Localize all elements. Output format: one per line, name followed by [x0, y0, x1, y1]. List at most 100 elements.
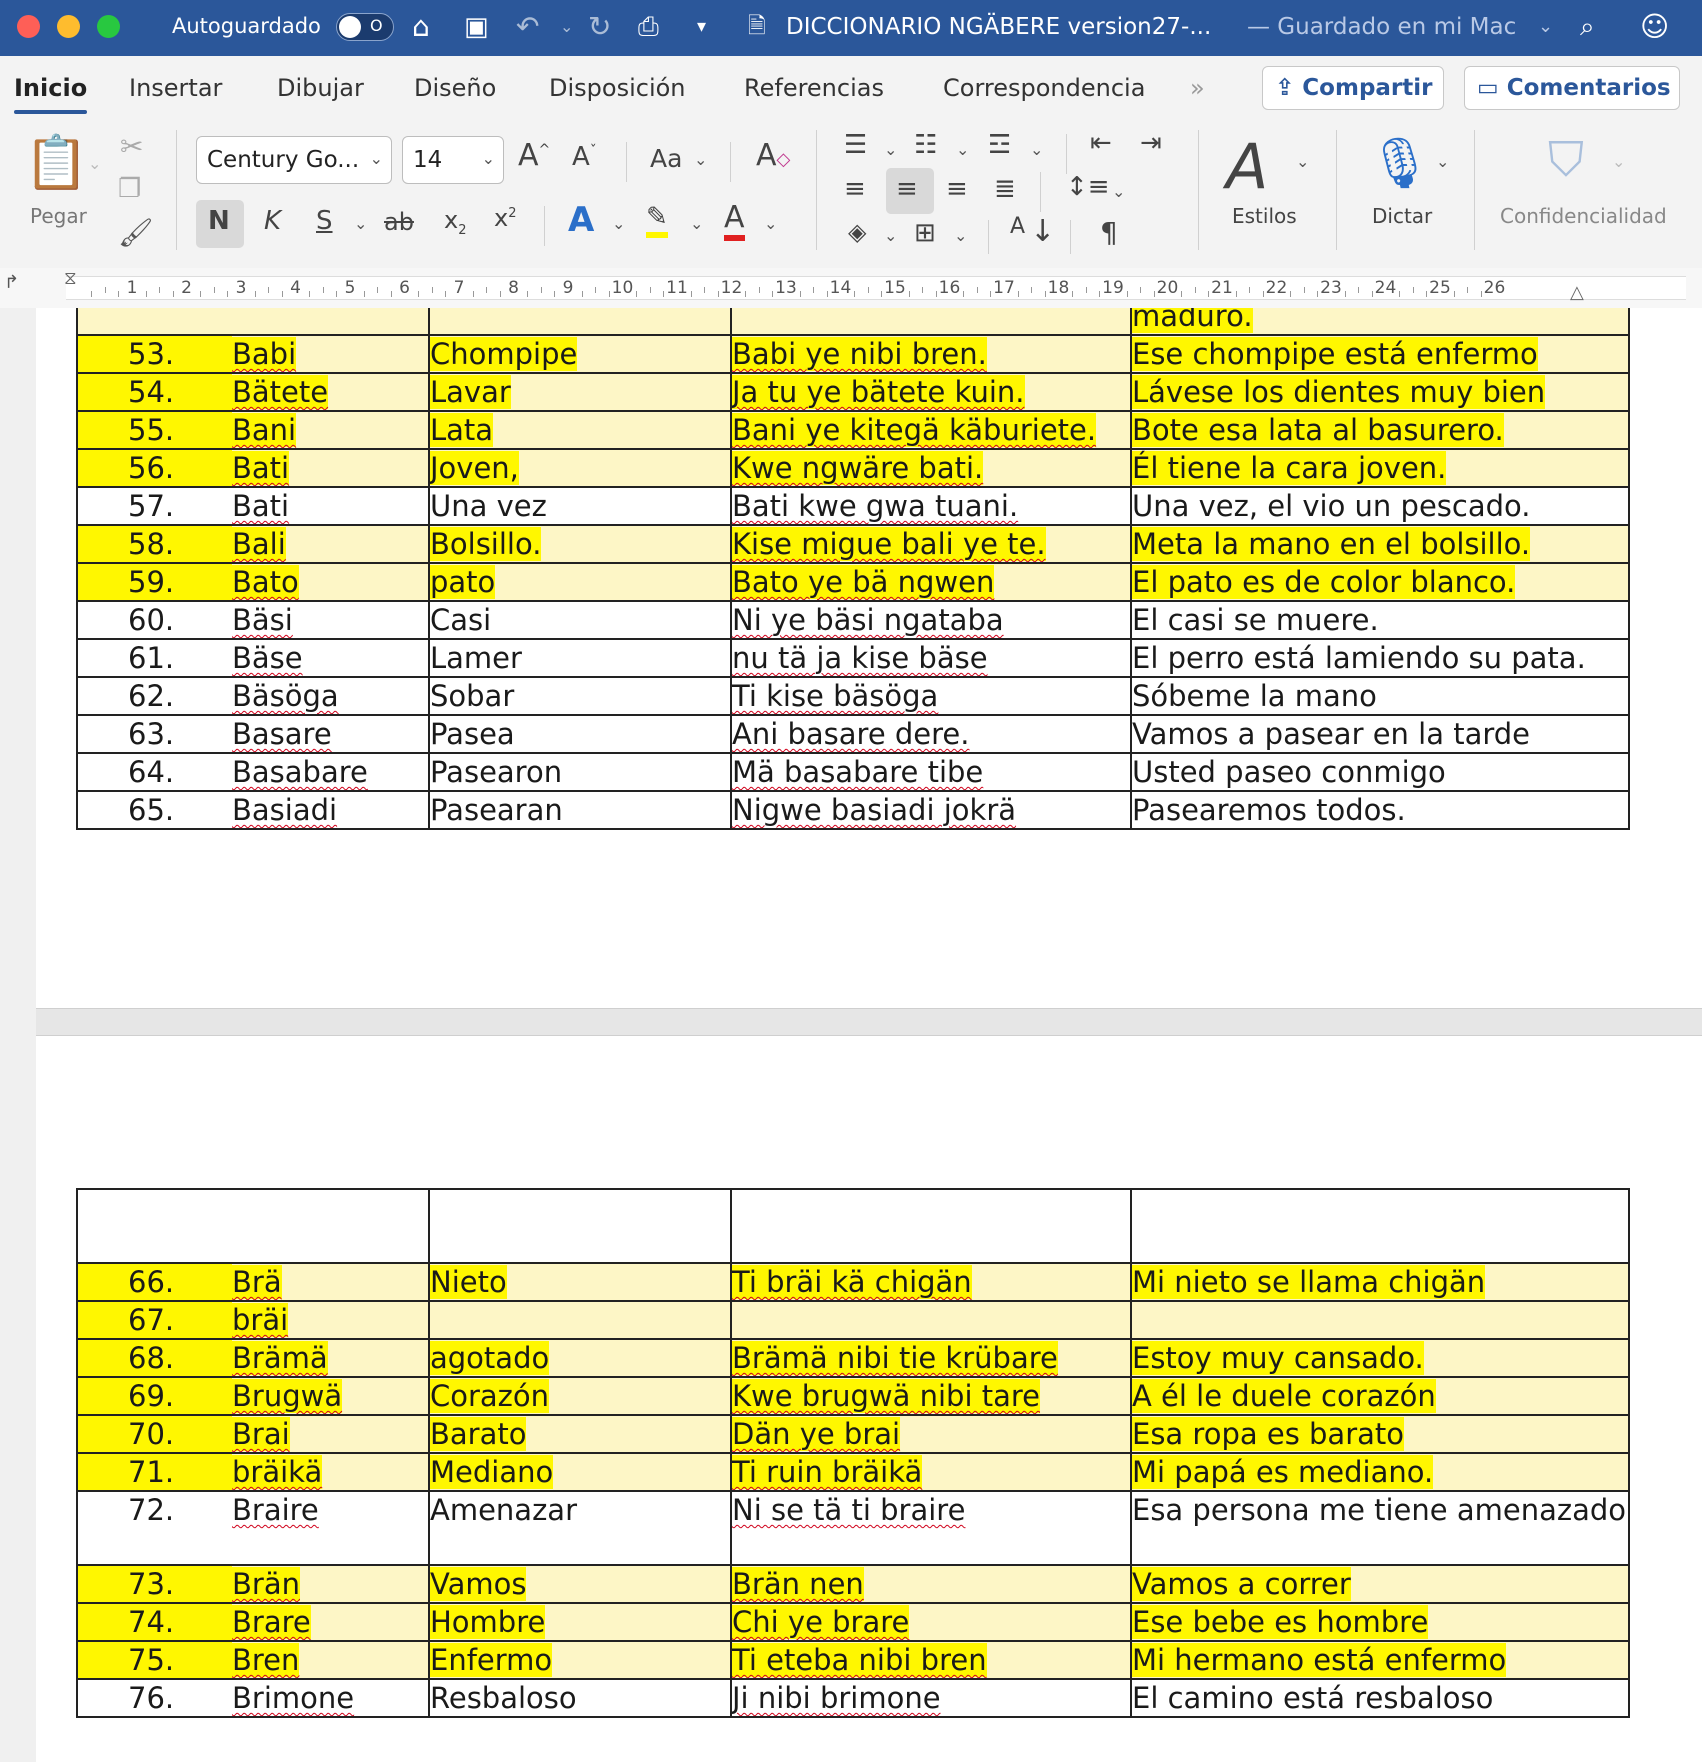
confidentiality-label[interactable]: Confidencialidad: [1500, 204, 1667, 228]
cell-entry: Basiadi: [232, 793, 338, 827]
share-button[interactable]: ⇪ Compartir: [1262, 66, 1444, 110]
styles-dropdown-icon[interactable]: ⌄: [1296, 152, 1309, 171]
first-line-indent-marker[interactable]: ⧖: [64, 268, 77, 289]
table-row: 62. Bäsöga Sobar Ti kise bäsöga Sóbeme la ma…: [76, 676, 1630, 716]
zoom-window-button[interactable]: [97, 15, 120, 38]
feedback-smiley-icon[interactable]: ☺: [1640, 8, 1669, 46]
subscript-button[interactable]: x2: [444, 206, 466, 238]
bullets-dropdown-icon[interactable]: ⌄: [884, 140, 897, 159]
highlight-dropdown-icon[interactable]: ⌄: [690, 214, 703, 233]
confidentiality-dropdown-icon[interactable]: ⌄: [1612, 152, 1625, 171]
shading-dropdown-icon[interactable]: ⌄: [884, 226, 897, 245]
underline-button[interactable]: S: [316, 206, 333, 236]
ruler-tick: [1262, 291, 1264, 297]
align-right-icon[interactable]: ≡: [946, 174, 968, 204]
strikethrough-button[interactable]: ab: [384, 208, 414, 236]
font-color-icon[interactable]: A: [724, 200, 745, 241]
sort-icon[interactable]: A: [1010, 214, 1025, 239]
paste-dropdown-icon[interactable]: ⌄: [88, 154, 101, 173]
cell-number: 72.: [128, 1493, 175, 1527]
numbering-icon[interactable]: ☷: [914, 130, 937, 160]
ruler-tick: [867, 287, 869, 293]
redo-icon[interactable]: ↻: [588, 8, 611, 46]
tab-dibujar[interactable]: Dibujar: [277, 74, 364, 102]
text-effects-dropdown-icon[interactable]: ⌄: [612, 214, 625, 233]
underline-dropdown-icon[interactable]: ⌄: [354, 214, 367, 233]
ruler-tick: [1235, 291, 1237, 297]
change-case-button[interactable]: Aa: [650, 144, 682, 173]
minimize-window-button[interactable]: [57, 15, 80, 38]
line-spacing-dropdown-icon[interactable]: ⌄: [1112, 182, 1125, 201]
change-case-dropdown-icon[interactable]: ⌄: [694, 150, 707, 169]
borders-icon[interactable]: ⊞: [914, 218, 936, 248]
highlight-color-icon[interactable]: ✎: [646, 202, 668, 238]
paste-label[interactable]: Pegar: [30, 204, 87, 228]
styles-icon[interactable]: A: [1226, 130, 1268, 203]
cell-spanish: Una vez: [430, 489, 547, 523]
more-tabs-icon[interactable]: »: [1190, 74, 1205, 102]
cell-translation: El pato es de color blanco.: [1132, 565, 1516, 599]
text-effects-icon[interactable]: A: [568, 200, 594, 240]
print-icon[interactable]: ⎙: [638, 8, 659, 46]
sort-arrow-icon: ↓: [1030, 214, 1056, 249]
ruler-tick: [690, 291, 692, 297]
line-spacing-icon[interactable]: ↕≡: [1066, 172, 1110, 202]
font-size-dropdown[interactable]: 14 ⌄: [402, 136, 504, 184]
ruler-tick: [172, 291, 174, 297]
comments-button[interactable]: ▭ Comentarios: [1464, 66, 1680, 110]
bullets-icon[interactable]: ☰: [844, 130, 867, 160]
paste-icon[interactable]: 📋: [24, 132, 89, 193]
horizontal-ruler[interactable]: ↱ 1 2 3 4 5 6 7 8 9 10 11 12 13 14 15 16 17 18 19 20 21 22 23 2…: [0, 268, 1702, 309]
confidentiality-icon[interactable]: ⛉: [1548, 132, 1584, 189]
tab-disposicion[interactable]: Disposición: [549, 74, 686, 102]
cell-translation: Usted paseo conmigo: [1132, 755, 1446, 789]
superscript-button[interactable]: x2: [494, 204, 516, 232]
tab-selector-icon[interactable]: ↱: [4, 272, 19, 293]
tab-inicio[interactable]: Inicio: [14, 74, 88, 114]
save-status-chevron-icon[interactable]: ⌄: [1538, 8, 1553, 46]
cell-number: 67.: [79, 1303, 232, 1337]
font-color-dropdown-icon[interactable]: ⌄: [764, 214, 777, 233]
ruler-number: 10: [611, 278, 634, 298]
shading-icon[interactable]: ◈: [848, 218, 866, 246]
align-left-icon[interactable]: ≡: [844, 174, 866, 204]
right-indent-marker[interactable]: △: [1570, 282, 1584, 303]
autosave-toggle[interactable]: O: [336, 13, 394, 41]
dictate-dropdown-icon[interactable]: ⌄: [1436, 152, 1449, 171]
cut-icon[interactable]: ✂: [120, 130, 143, 163]
numbering-dropdown-icon[interactable]: ⌄: [956, 140, 969, 159]
home-icon[interactable]: ⌂: [412, 8, 430, 46]
dictate-label[interactable]: Dictar: [1372, 204, 1432, 228]
justify-icon[interactable]: ≣: [994, 174, 1016, 204]
increase-font-size-icon[interactable]: A^: [518, 138, 550, 173]
clear-formatting-icon[interactable]: A◇: [756, 138, 790, 173]
tab-insertar[interactable]: Insertar: [129, 74, 222, 102]
save-icon[interactable]: ▣: [464, 8, 489, 46]
document-canvas[interactable]: maduro. 53. Babi Chompipe Babi ye nibi bren…: [0, 308, 1702, 1762]
multilevel-list-icon[interactable]: ☲: [988, 130, 1011, 160]
undo-dropdown-icon[interactable]: ⌄: [560, 8, 573, 46]
format-painter-icon[interactable]: 🖌: [118, 216, 154, 249]
multilevel-dropdown-icon[interactable]: ⌄: [1030, 140, 1043, 159]
borders-dropdown-icon[interactable]: ⌄: [954, 226, 967, 245]
close-window-button[interactable]: [17, 15, 40, 38]
font-name-dropdown[interactable]: Century Go... ⌄: [196, 136, 392, 184]
tab-referencias[interactable]: Referencias: [744, 74, 884, 102]
copy-icon[interactable]: ❐: [118, 174, 141, 204]
tab-correspondencia[interactable]: Correspondencia: [943, 74, 1145, 102]
cell-spanish: Mediano: [430, 1455, 554, 1489]
decrease-indent-icon[interactable]: ⇤: [1090, 128, 1112, 158]
save-status[interactable]: — Guardado en mi Mac: [1247, 14, 1516, 40]
styles-label[interactable]: Estilos: [1232, 204, 1297, 228]
customize-toolbar-icon[interactable]: ▾: [697, 8, 706, 46]
cell-number: 61.: [128, 641, 175, 675]
undo-icon[interactable]: ↶: [516, 8, 539, 46]
microphone-icon[interactable]: 🎙: [1368, 134, 1431, 193]
search-icon[interactable]: ⌕: [1580, 8, 1595, 46]
tab-diseno[interactable]: Diseño: [414, 74, 496, 102]
autosave-label: Autoguardado: [172, 14, 321, 38]
decrease-font-size-icon[interactable]: Aˇ: [572, 142, 597, 172]
italic-button[interactable]: K: [264, 206, 281, 236]
increase-indent-icon[interactable]: ⇥: [1140, 128, 1162, 158]
show-formatting-marks-icon[interactable]: ¶: [1100, 216, 1118, 249]
